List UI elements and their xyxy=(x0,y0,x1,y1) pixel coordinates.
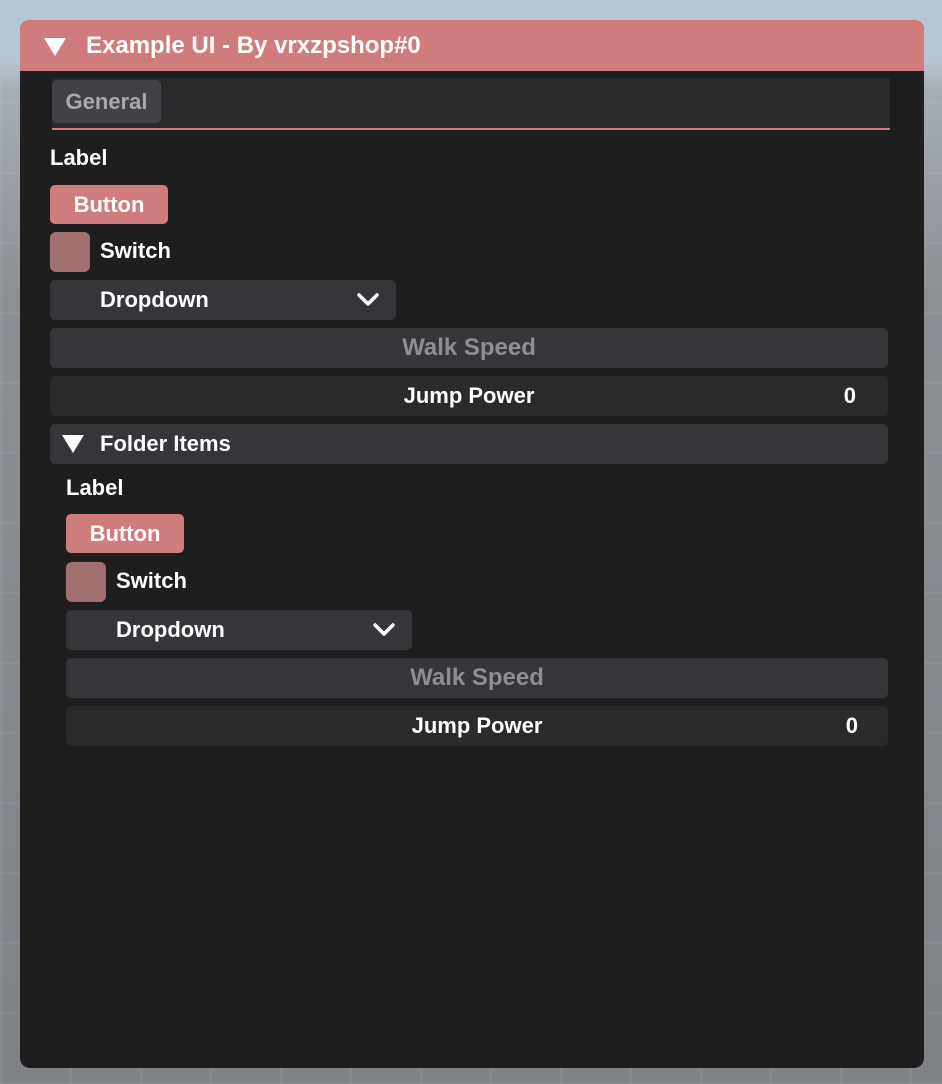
chevron-down-icon xyxy=(373,623,395,636)
folder-dropdown-label: Dropdown xyxy=(116,617,225,642)
folder-title: Folder Items xyxy=(100,431,231,456)
general-switch-toggle[interactable] xyxy=(50,232,90,272)
chevron-down-icon xyxy=(357,293,379,306)
folder-jump-power-field[interactable]: Jump Power 0 xyxy=(66,706,888,746)
folder-number-value: 0 xyxy=(845,713,858,738)
folder-switch-toggle[interactable] xyxy=(66,562,106,602)
folder-dropdown[interactable]: Dropdown xyxy=(66,610,412,650)
folder-switch-label: Switch xyxy=(116,568,187,593)
tab-general[interactable]: General xyxy=(52,80,161,123)
collapse-triangle-icon[interactable] xyxy=(44,38,66,56)
folder-button[interactable]: Button xyxy=(66,514,184,553)
general-label: Label xyxy=(50,145,108,170)
general-dropdown-label: Dropdown xyxy=(100,287,209,312)
general-button[interactable]: Button xyxy=(50,185,168,224)
general-number-label: Jump Power xyxy=(403,383,535,408)
folder-number-label: Jump Power xyxy=(411,713,543,738)
folder-header[interactable]: Folder Items xyxy=(50,424,888,464)
general-slider-label: Walk Speed xyxy=(402,334,536,361)
tab-bar: General xyxy=(52,78,890,128)
general-jump-power-field[interactable]: Jump Power 0 xyxy=(50,376,888,416)
general-switch-label: Switch xyxy=(100,238,171,263)
general-dropdown[interactable]: Dropdown xyxy=(50,280,396,320)
general-number-value: 0 xyxy=(843,383,856,408)
general-walk-speed-slider[interactable]: Walk Speed xyxy=(50,328,888,368)
window-titlebar[interactable]: Example UI - By vrxzpshop#0 xyxy=(20,20,924,71)
folder-walk-speed-slider[interactable]: Walk Speed xyxy=(66,658,888,698)
folder-collapse-triangle-icon xyxy=(62,435,84,453)
folder-slider-label: Walk Speed xyxy=(410,664,544,691)
ui-window: Example UI - By vrxzpshop#0 General Labe… xyxy=(20,20,924,1068)
window-title: Example UI - By vrxzpshop#0 xyxy=(86,32,421,59)
folder-label: Label xyxy=(66,475,124,500)
tab-underline xyxy=(52,128,890,130)
